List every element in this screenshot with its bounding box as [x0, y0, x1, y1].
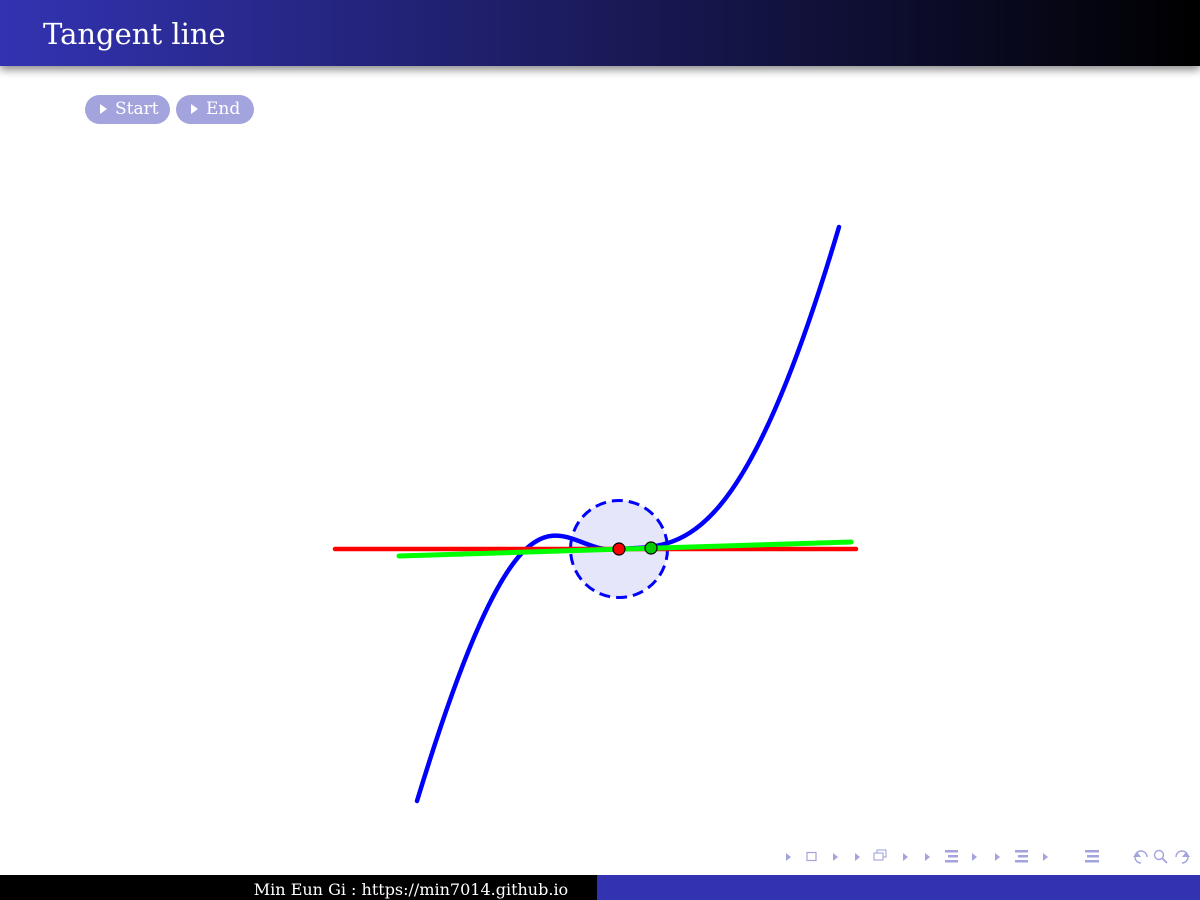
tangent-point: [612, 542, 626, 556]
nav-doc-icon[interactable]: [1085, 850, 1099, 863]
footer-author: Min Eun Gi : https://min7014.github.io: [253, 880, 569, 899]
footer: Min Eun Gi : https://min7014.github.io: [0, 875, 1200, 900]
moving-point[interactable]: [644, 541, 658, 555]
slide: Tangent line Start End Min Eun Gi: http…: [0, 0, 1200, 900]
tangent-diagram: [332, 224, 859, 804]
